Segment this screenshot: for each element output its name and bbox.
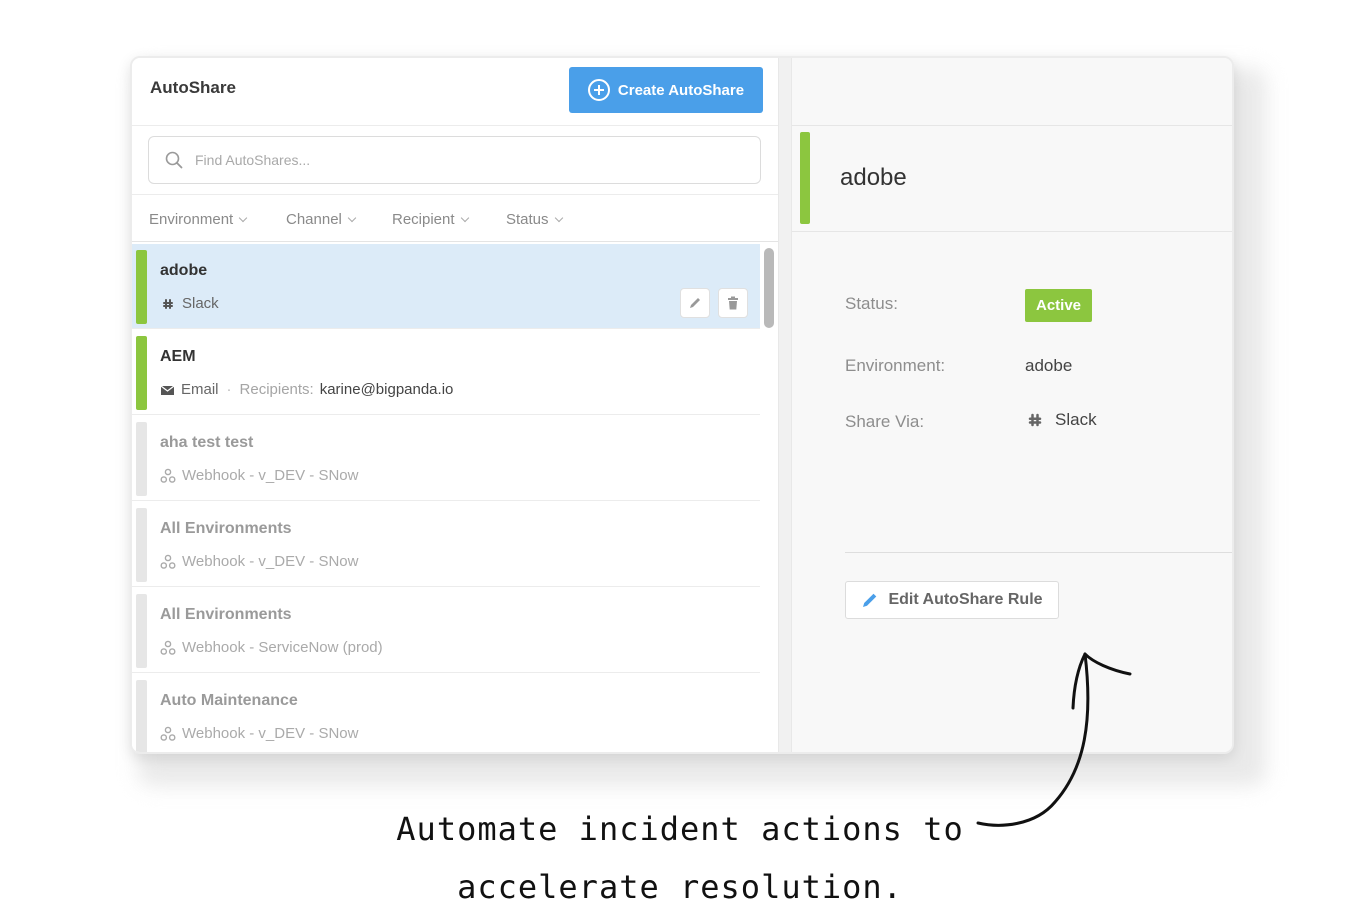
email-icon <box>160 385 175 395</box>
filter-recipient[interactable]: Recipient <box>392 211 469 228</box>
list-item[interactable]: All Environments Webhook - ServiceNow (p… <box>132 588 760 673</box>
filter-label: Recipient <box>392 211 455 228</box>
list-header: AutoShare Create AutoShare <box>132 58 778 126</box>
channel-label: Email <box>181 381 219 398</box>
status-bar <box>136 422 147 496</box>
autoshare-list-panel: AutoShare Create AutoShare Environment C… <box>132 58 778 752</box>
detail-header: adobe <box>792 126 1232 232</box>
edit-autoshare-rule-button[interactable]: Edit AutoShare Rule <box>845 581 1059 619</box>
annotation-caption: Automate incident actions to accelerate … <box>340 800 1020 916</box>
channel-label: Webhook - v_DEV - SNow <box>182 553 359 570</box>
delete-button[interactable] <box>718 288 748 318</box>
filter-channel[interactable]: Channel <box>286 211 357 228</box>
webhook-icon <box>160 640 176 655</box>
plus-circle-icon <box>587 79 610 101</box>
pencil-icon <box>863 593 877 607</box>
detail-title: adobe <box>840 164 907 191</box>
item-name: AEM <box>160 348 196 365</box>
recipients-label: Recipients: <box>239 381 314 398</box>
caption-line-1: Automate incident actions to <box>396 810 964 848</box>
list-item[interactable]: adobe Slack <box>132 244 760 329</box>
item-meta: Webhook - v_DEV - SNow <box>160 467 358 484</box>
filter-label: Environment <box>149 211 234 228</box>
create-autoshare-label: Create AutoShare <box>617 81 745 99</box>
status-bar <box>136 508 147 582</box>
environment-value: adobe <box>1025 356 1073 375</box>
webhook-icon <box>160 726 176 741</box>
slack-icon <box>163 298 173 309</box>
item-meta: Webhook - v_DEV - SNow <box>160 553 358 570</box>
filter-bar: Environment Channel Recipient Status <box>132 194 778 242</box>
edit-autoshare-rule-label: Edit AutoShare Rule <box>888 591 1043 608</box>
status-badge: Active <box>1025 289 1093 322</box>
status-label: Status: <box>845 294 898 313</box>
item-name: All Environments <box>160 606 292 623</box>
edit-button[interactable] <box>680 288 710 318</box>
list-item[interactable]: AEM Email · Recipients: karine@bigpanda.… <box>132 330 760 415</box>
status-bar <box>136 594 147 668</box>
filter-environment[interactable]: Environment <box>149 211 248 228</box>
item-meta: Email · Recipients: karine@bigpanda.io <box>160 381 453 398</box>
search-box <box>148 136 761 184</box>
item-name: Auto Maintenance <box>160 692 298 709</box>
channel-label: Webhook - v_DEV - SNow <box>182 467 359 484</box>
item-meta: Slack <box>160 295 219 312</box>
share-via-value: Slack <box>1025 410 1097 430</box>
autoshare-list: adobe Slack AEM Email · Recipients: kari… <box>132 244 760 752</box>
create-autoshare-button[interactable]: Create AutoShare <box>569 67 763 113</box>
panel-divider <box>778 58 792 752</box>
chevron-down-icon <box>347 213 357 223</box>
status-bar <box>136 250 147 324</box>
caption-line-2: accelerate resolution. <box>457 868 903 906</box>
recipients-value: karine@bigpanda.io <box>319 381 454 398</box>
filter-status[interactable]: Status <box>506 211 563 228</box>
row-actions <box>680 288 748 318</box>
search-icon <box>165 151 183 169</box>
channel-label: Slack <box>182 295 219 312</box>
status-bar <box>800 132 810 224</box>
divider <box>845 552 1232 553</box>
filter-label: Channel <box>286 211 342 228</box>
list-scrollbar[interactable] <box>764 248 774 328</box>
status-bar <box>136 336 147 410</box>
share-via-text: Slack <box>1055 410 1097 429</box>
list-item[interactable]: All Environments Webhook - v_DEV - SNow <box>132 502 760 587</box>
item-name: All Environments <box>160 520 292 537</box>
item-meta: Webhook - v_DEV - SNow <box>160 725 358 742</box>
webhook-icon <box>160 468 176 483</box>
environment-label: Environment: <box>845 356 946 375</box>
webhook-icon <box>160 554 176 569</box>
status-bar <box>136 680 147 752</box>
chevron-down-icon <box>238 213 248 223</box>
channel-label: Webhook - ServiceNow (prod) <box>182 639 383 656</box>
item-meta: Webhook - ServiceNow (prod) <box>160 639 383 656</box>
filter-label: Status <box>506 211 549 228</box>
list-item[interactable]: aha test test Webhook - v_DEV - SNow <box>132 416 760 501</box>
chevron-down-icon <box>460 213 469 223</box>
pencil-icon <box>690 298 700 308</box>
list-item[interactable]: Auto Maintenance Webhook - v_DEV - SNow <box>132 674 760 752</box>
search-input[interactable] <box>195 147 745 173</box>
trash-icon <box>728 296 738 310</box>
item-name: aha test test <box>160 434 254 451</box>
channel-label: Webhook - v_DEV - SNow <box>182 725 359 742</box>
slack-icon <box>1028 413 1042 427</box>
separator-dot: · <box>226 381 232 398</box>
chevron-down-icon <box>554 213 563 223</box>
item-name: adobe <box>160 262 208 279</box>
share-via-label: Share Via: <box>845 412 925 431</box>
detail-toolbar <box>792 58 1232 126</box>
page-title: AutoShare <box>150 78 236 97</box>
